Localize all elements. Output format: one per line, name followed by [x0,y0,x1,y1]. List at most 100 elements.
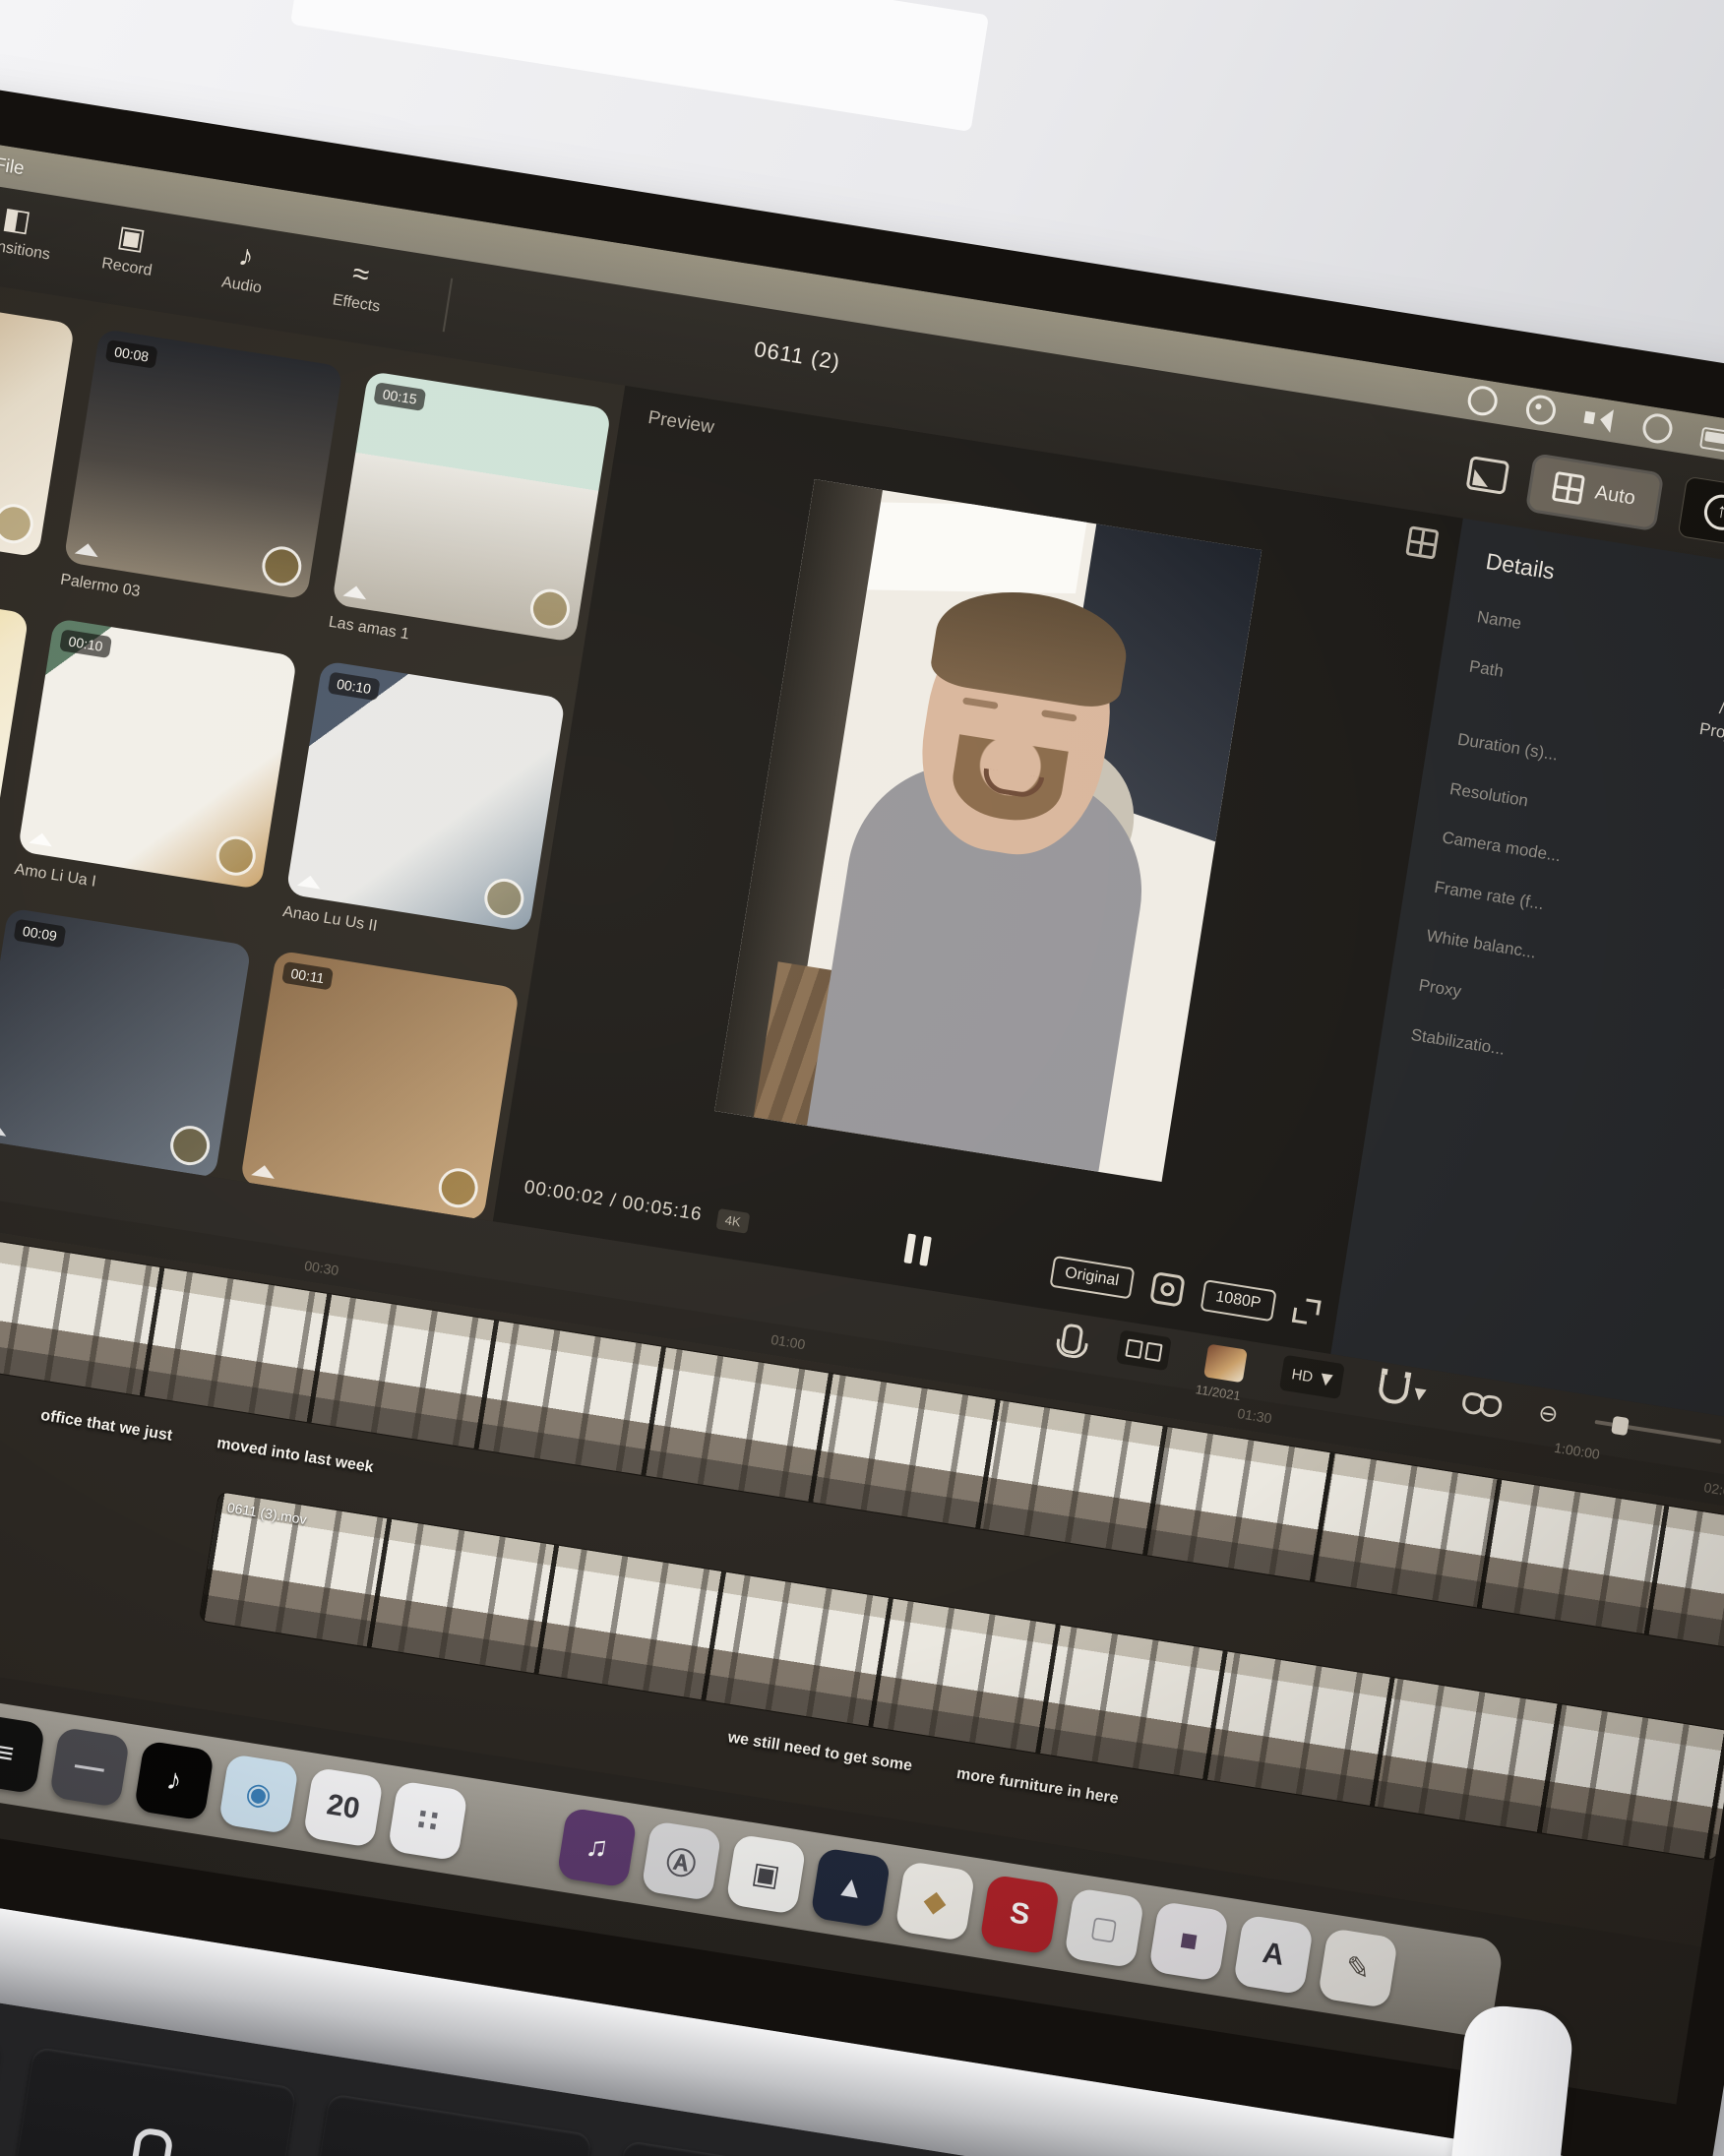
details-label: Frame rate (f... [1432,878,1545,919]
ruler-mark: 01:00 [770,1331,806,1352]
toolbar-tab[interactable]: ◧ Transitions [0,189,78,268]
caption-clip[interactable]: moved into last week [216,1435,375,1477]
time-current: 00:00:02 [523,1177,605,1210]
media-preview-icon[interactable] [1466,456,1510,495]
time-total: 00:05:16 [621,1193,704,1226]
video-frame[interactable] [714,479,1262,1182]
details-label: Resolution [1447,779,1529,816]
details-label: Path [1463,656,1505,709]
duration-badge: 00:10 [59,629,112,658]
hd-preview-button[interactable]: HD ▾ [1279,1355,1345,1399]
dock-app-icon[interactable]: ◉ [218,1754,299,1834]
details-label: White balanc... [1424,927,1537,968]
dock-app-icon[interactable]: ▢ [1064,1887,1144,1968]
zoom-slider-handle[interactable] [1611,1416,1630,1436]
details-label: Name [1475,607,1523,638]
viewer-layout-icon[interactable] [1405,525,1439,559]
ruler-mark: 01:30 [1236,1405,1272,1426]
caption-clip[interactable]: we still need to get some [726,1729,913,1775]
media-item[interactable]: 00:10 Anao Lu Us II [281,660,566,959]
media-thumbnail[interactable]: 00:09 [0,907,252,1179]
dock-app-icon[interactable]: ≡ [0,1713,45,1794]
dock-app-icon[interactable]: ▣ [725,1834,806,1915]
video-type-icon [342,573,369,599]
circle-status-icon[interactable] [1640,411,1674,445]
track-height-icon[interactable] [1116,1329,1172,1371]
dock-app-icon[interactable]: ♫ [556,1807,637,1887]
favorite-badge-icon [527,586,573,632]
dock-app-icon[interactable]: ✎ [1318,1928,1398,2008]
chevron-down-icon: ▾ [1319,1367,1334,1392]
person-eye-right [1041,709,1078,722]
media-thumbnail[interactable]: 00:11 [240,950,520,1221]
ruler-mark: 00:30 [303,1258,339,1278]
video-type-icon [0,1109,10,1136]
caption-clip[interactable]: office that we just [39,1407,173,1446]
camera-status-icon[interactable] [1466,384,1500,417]
auto-button[interactable]: Auto [1529,457,1661,528]
dock-app-icon[interactable]: 20 [303,1767,384,1848]
duration-badge: 00:15 [373,382,426,411]
pause-button[interactable] [903,1233,931,1265]
voiceover-mic-icon[interactable] [1060,1323,1083,1355]
ratio-button[interactable]: Original [1049,1256,1135,1300]
macbook-laptop: CapCut File [0,59,1724,2156]
key-f4[interactable]: F4 [0,2000,1,2156]
battery-icon[interactable] [1699,426,1724,454]
preview-glasses-icon[interactable] [1461,1391,1504,1417]
dock-app-icon[interactable]: S [979,1874,1060,1954]
dock-app-icon[interactable]: ∷ [388,1780,468,1861]
media-item[interactable]: 00:12 Bar ss_010 II [0,285,75,585]
key-f7[interactable]: ◀◀ F7 [589,2140,888,2156]
caption-clip[interactable]: more furniture in here [955,1765,1120,1809]
grid-icon [1552,471,1585,505]
duration-badge: 00:09 [14,919,67,949]
dock-app-icon[interactable]: ♪ [134,1740,215,1820]
cover-button[interactable]: 11/2021 [1203,1344,1248,1384]
dock-app-icon[interactable]: ◆ [894,1861,975,1941]
dock-app-icon[interactable]: ■ [1148,1901,1229,1982]
volume-icon[interactable] [1583,405,1616,433]
media-item[interactable]: 00:11 Terra 05 [235,950,520,1221]
details-rows: Name 0611 (2) Path /Users/alex/Movies/ P… [1409,607,1724,1111]
dictation-key-icon [128,2126,174,2156]
tab-label: Audio [220,274,263,297]
timeline-zoom-slider[interactable] [1594,1420,1721,1444]
details-label: Camera mode... [1440,829,1562,871]
hd-label: HD [1290,1366,1314,1386]
laptop-lid: CapCut File [0,59,1724,2156]
toolbar-tab[interactable]: ≈ Effects [297,243,421,322]
favorite-badge-icon [167,1123,213,1168]
media-thumbnail[interactable]: 00:10 [285,660,565,932]
details-label: Stabilizatio... [1409,1025,1507,1064]
tab-icon: ◧ [1,204,33,237]
dock-app-icon[interactable]: ▲ [810,1847,891,1928]
toolbar-tab[interactable]: ▣ Record [68,207,192,285]
quality-button[interactable]: 1080P [1200,1279,1276,1322]
media-thumbnail[interactable]: 00:12 [0,285,75,557]
video-type-icon [251,1151,277,1178]
snapping-button[interactable]: ▾ [1377,1374,1428,1408]
dock-app-icon[interactable]: — [49,1727,130,1808]
key-f6[interactable]: F6 [293,2093,591,2156]
clip-name: 0611 (3).mov [226,1500,308,1528]
zoom-out-icon[interactable]: ⊖ [1537,1401,1561,1428]
snapshot-icon[interactable] [1149,1271,1186,1308]
toolbar-tab[interactable]: ♪ Audio [183,225,307,304]
tab-icon: ♪ [236,241,256,273]
fullscreen-icon[interactable] [1292,1297,1322,1326]
media-item[interactable]: 00:15 Las amas 1 [328,371,612,670]
media-thumbnail[interactable]: 00:10 [18,618,297,890]
media-thumbnail[interactable]: 00:08 [63,329,342,600]
duration-badge: 00:10 [328,672,381,702]
media-item[interactable]: 00:08 Palermo 03 [59,329,343,628]
dock-app-icon[interactable]: A [1233,1914,1314,1995]
menubar-item-file[interactable]: File [0,154,26,181]
media-item[interactable]: 00:10 Amo Li Ua I [13,618,297,917]
key-f5[interactable]: F5 [0,2047,297,2156]
photo-scene: CapCut File [0,0,1724,2156]
record-status-icon[interactable] [1524,393,1558,426]
media-thumbnail[interactable]: 00:15 [332,371,611,643]
dock-app-icon[interactable]: Ⓐ [641,1820,721,1901]
person-eye-left [962,697,999,709]
